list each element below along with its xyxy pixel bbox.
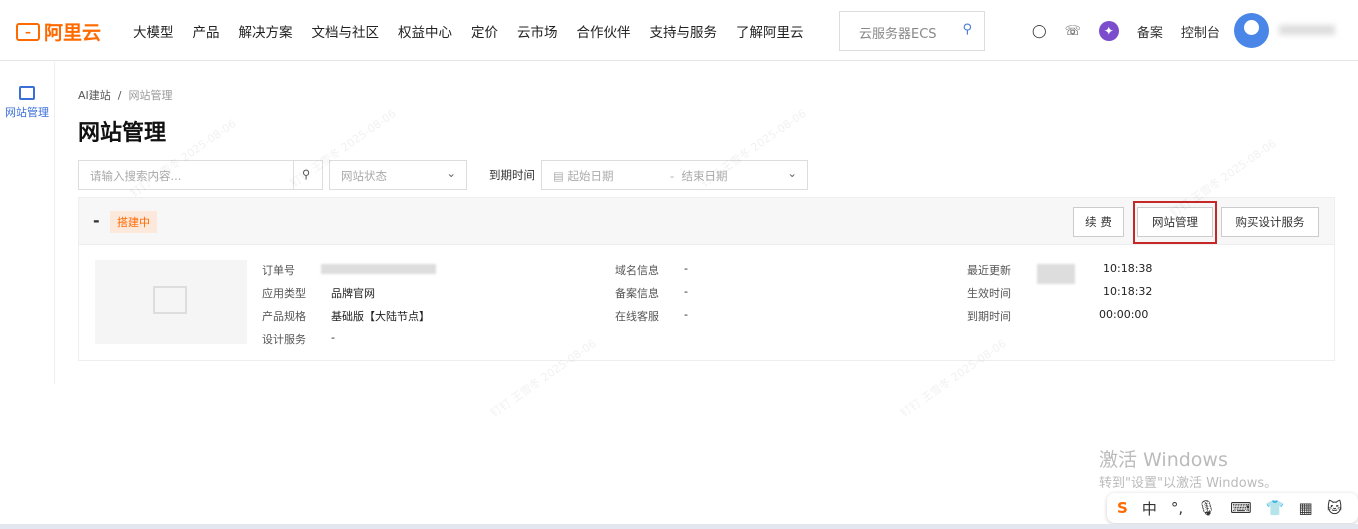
buy-design-service-button[interactable]: 购买设计服务 bbox=[1221, 207, 1319, 237]
breadcrumb-link[interactable]: AI建站 bbox=[78, 89, 111, 102]
chevron-down-icon: ⌄ bbox=[787, 166, 797, 180]
expire-label: 到期时间 bbox=[489, 168, 535, 182]
search-placeholder: 云服务器ECS bbox=[859, 27, 937, 42]
taskbar-edge bbox=[0, 524, 1358, 529]
field-value: 00:00:00 bbox=[1099, 308, 1149, 321]
console-link[interactable]: 控制台 bbox=[1181, 22, 1220, 41]
global-search-input[interactable]: 云服务器ECS ⚲ bbox=[839, 11, 985, 51]
field-label: 设计服务 bbox=[262, 333, 306, 346]
website-thumbnail bbox=[95, 260, 247, 344]
field-label: 备案信息 bbox=[615, 287, 659, 300]
nav-item[interactable]: 大模型 bbox=[133, 21, 174, 41]
nav-item[interactable]: 权益中心 bbox=[398, 21, 452, 41]
image-placeholder-icon bbox=[153, 286, 187, 314]
username-blurred bbox=[1279, 25, 1335, 35]
main-nav: 大模型 产品 解决方案 文档与社区 权益中心 定价 云市场 合作伙伴 支持与服务… bbox=[133, 21, 804, 41]
punctuation-icon[interactable]: °, bbox=[1171, 499, 1183, 517]
field-value: - bbox=[684, 285, 688, 298]
nav-item[interactable]: 支持与服务 bbox=[650, 21, 718, 41]
order-number-blurred bbox=[321, 264, 436, 274]
headset-icon[interactable]: ☏ bbox=[1065, 24, 1081, 39]
nav-item[interactable]: 定价 bbox=[471, 21, 498, 41]
globe-icon[interactable]: ◯ bbox=[1032, 24, 1047, 39]
nav-item[interactable]: 合作伙伴 bbox=[577, 21, 631, 41]
beian-link[interactable]: 备案 bbox=[1137, 22, 1163, 41]
field-label: 在线客服 bbox=[615, 310, 659, 323]
breadcrumb-current: 网站管理 bbox=[128, 89, 173, 102]
field-value: - bbox=[684, 308, 688, 321]
field-label: 域名信息 bbox=[615, 264, 659, 277]
field-value: - bbox=[331, 331, 335, 344]
ime-toolbar: S 中 °, 🎙 ⌨ 👕 ▦ 🐱 bbox=[1107, 493, 1358, 523]
field-value: 10:18:32 bbox=[1103, 285, 1153, 298]
website-card: - 搭建中 续 费 网站管理 购买设计服务 订单号 应用类型 品牌官网 产品规格… bbox=[78, 197, 1335, 361]
field-value: 基础版【大陆节点】 bbox=[331, 310, 430, 323]
page-title: 网站管理 bbox=[78, 121, 167, 146]
field-label: 生效时间 bbox=[967, 287, 1011, 300]
field-label: 到期时间 bbox=[967, 310, 1011, 323]
ai-assistant-icon[interactable]: ✦ bbox=[1098, 21, 1119, 41]
field-label: 最近更新 bbox=[967, 264, 1011, 277]
field-label: 订单号 bbox=[262, 264, 295, 277]
search-icon[interactable]: ⚲ bbox=[962, 22, 972, 37]
status-select[interactable]: 网站状态 ⌄ bbox=[329, 160, 467, 190]
mascot-icon[interactable]: 🐱 bbox=[1327, 499, 1343, 517]
top-navbar: – 阿里云 大模型 产品 解决方案 文档与社区 权益中心 定价 云市场 合作伙伴 … bbox=[0, 0, 1358, 61]
monitor-icon bbox=[19, 86, 35, 100]
date-blurred bbox=[1037, 264, 1075, 284]
field-value: - bbox=[684, 262, 688, 275]
nav-item[interactable]: 产品 bbox=[193, 21, 220, 41]
sidebar-item-label: 网站管理 bbox=[5, 106, 49, 119]
field-value: 品牌官网 bbox=[331, 287, 375, 300]
sogou-icon[interactable]: S bbox=[1117, 499, 1128, 517]
nav-item[interactable]: 解决方案 bbox=[239, 21, 293, 41]
start-date[interactable]: 起始日期 bbox=[568, 169, 614, 183]
nav-item[interactable]: 云市场 bbox=[517, 21, 558, 41]
website-name: - bbox=[93, 211, 100, 230]
nav-item[interactable]: 了解阿里云 bbox=[736, 21, 804, 41]
user-avatar[interactable] bbox=[1234, 13, 1269, 48]
date-range-picker[interactable]: ▤ 起始日期 - 结束日期 ⌄ bbox=[541, 160, 808, 190]
grid-icon[interactable]: ▦ bbox=[1299, 499, 1313, 517]
logo-text: 阿里云 bbox=[44, 22, 102, 44]
calendar-icon: ▤ bbox=[553, 169, 564, 183]
card-header: - 搭建中 续 费 网站管理 购买设计服务 bbox=[79, 198, 1334, 245]
chinese-mode-icon[interactable]: 中 bbox=[1142, 498, 1157, 519]
logo-bracket-icon: – bbox=[16, 22, 40, 41]
header-tools: ◯ ☏ ✦ 备案 控制台 bbox=[1032, 21, 1220, 41]
field-label: 应用类型 bbox=[262, 287, 306, 300]
aliyun-logo[interactable]: – 阿里云 bbox=[16, 18, 101, 45]
nav-item[interactable]: 文档与社区 bbox=[312, 21, 380, 41]
breadcrumb: AI建站 / 网站管理 bbox=[78, 89, 173, 102]
microphone-icon[interactable]: 🎙 bbox=[1197, 499, 1216, 517]
sidebar-item-website-management[interactable]: 网站管理 bbox=[0, 86, 54, 120]
renew-button[interactable]: 续 费 bbox=[1073, 207, 1124, 237]
field-value: 10:18:38 bbox=[1103, 262, 1153, 275]
status-placeholder: 网站状态 bbox=[341, 169, 387, 183]
status-badge: 搭建中 bbox=[110, 211, 157, 233]
keyboard-icon[interactable]: ⌨ bbox=[1230, 499, 1252, 517]
chevron-down-icon: ⌄ bbox=[446, 166, 456, 180]
windows-activation-hint: 转到"设置"以激活 Windows。 bbox=[1099, 476, 1278, 491]
sidebar: 网站管理 bbox=[0, 62, 55, 384]
skin-icon[interactable]: 👕 bbox=[1266, 499, 1285, 517]
field-label: 产品规格 bbox=[262, 310, 306, 323]
windows-activation-title: 激活 Windows bbox=[1099, 449, 1228, 471]
